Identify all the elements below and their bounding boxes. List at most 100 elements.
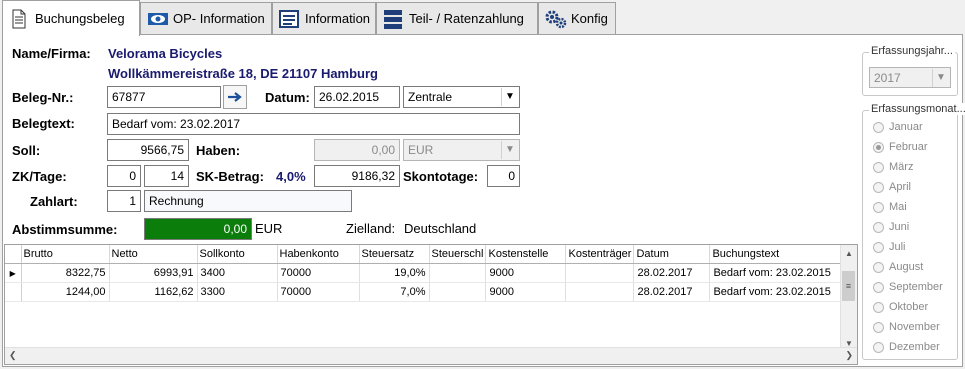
vertical-scrollbar[interactable]: ▲ ≡ ▼: [840, 245, 857, 350]
abstimm-currency: EUR: [255, 221, 283, 236]
month-label: September: [889, 281, 943, 293]
column-header[interactable]: Habenkonto: [277, 245, 360, 264]
horizontal-scrollbar[interactable]: ❮ ❯: [5, 347, 857, 364]
row-selector[interactable]: [5, 282, 22, 302]
column-header[interactable]: Sollkonto: [197, 245, 278, 264]
cell-habenkonto[interactable]: 70000: [277, 263, 360, 283]
radio-circle-icon: [873, 161, 884, 173]
column-header[interactable]: Netto: [109, 245, 198, 264]
datum-input[interactable]: 26.02.2015: [314, 86, 400, 108]
table-row[interactable]: 1244,00 1162,62 3300 70000 7,0% 9000 28.…: [5, 282, 849, 302]
cell-sollkonto[interactable]: 3300: [197, 282, 278, 302]
cell-brutto[interactable]: 1244,00: [21, 282, 110, 302]
haben-label: Haben:: [196, 143, 241, 158]
booking-table: Brutto Netto Sollkonto Habenkonto Steuer…: [5, 245, 849, 302]
month-radio-11: November: [873, 321, 940, 333]
column-header[interactable]: Kostenträger: [565, 245, 635, 264]
skontotage-input[interactable]: 0: [487, 165, 520, 187]
location-select[interactable]: Zentrale ▼: [403, 86, 520, 108]
zahlart-text: Rechnung: [144, 190, 352, 212]
scroll-thumb[interactable]: ≡: [842, 271, 855, 301]
column-header[interactable]: Steuerschl: [429, 245, 487, 264]
table-header-row: Brutto Netto Sollkonto Habenkonto Steuer…: [5, 245, 849, 264]
cell-steuerschl[interactable]: [429, 263, 487, 283]
month-radio-2: Februar: [873, 141, 928, 153]
chevron-down-icon: ▼: [501, 141, 518, 159]
tab-label: Konfig: [571, 11, 608, 26]
zk-input[interactable]: 0: [107, 165, 141, 187]
month-radio-5: Mai: [873, 201, 907, 213]
tab-information[interactable]: Information: [272, 2, 376, 34]
tage-input[interactable]: 14: [144, 165, 189, 187]
location-value: Zentrale: [408, 90, 453, 104]
tab-teil-ratenzahlung[interactable]: Teil- / Ratenzahlung: [376, 2, 538, 34]
cell-buchungstext[interactable]: Bedarf vom: 23.02.2015: [709, 282, 849, 302]
month-label: Januar: [889, 121, 923, 133]
cell-kostentraeger[interactable]: [565, 263, 635, 283]
belegtext-input[interactable]: Bedarf vom: 23.02.2017: [107, 113, 520, 135]
arrow-right-icon: [228, 92, 242, 102]
cell-netto[interactable]: 6993,91: [109, 263, 198, 283]
column-header[interactable]: Kostenstelle: [485, 245, 567, 264]
month-group-title: Erfassungsmonat...: [869, 103, 965, 115]
gears-icon: [545, 9, 567, 29]
eye-icon: [147, 9, 168, 29]
cell-kostentraeger[interactable]: [565, 282, 635, 302]
zahlart-label: Zahlart:: [30, 194, 78, 209]
cell-sollkonto[interactable]: 3400: [197, 263, 278, 283]
radio-circle-icon: [873, 341, 884, 353]
year-select: 2017 ▼: [869, 67, 951, 88]
chevron-down-icon: ▼: [932, 69, 949, 87]
cell-datum[interactable]: 28.02.2017: [633, 282, 711, 302]
beleg-label: Beleg-Nr.:: [12, 90, 74, 105]
year-group: Erfassungsjahr... 2017 ▼: [862, 45, 958, 96]
month-radio-7: Juli: [873, 241, 906, 253]
scroll-up-icon[interactable]: ▲: [845, 249, 853, 258]
tab-buchungsbeleg[interactable]: Buchungsbeleg: [2, 0, 140, 36]
soll-label: Soll:: [12, 143, 41, 158]
cell-buchungstext[interactable]: Bedarf vom: 23.02.2015: [709, 263, 849, 283]
cell-steuersatz[interactable]: 7,0%: [359, 282, 430, 302]
booking-grid[interactable]: Brutto Netto Sollkonto Habenkonto Steuer…: [4, 244, 858, 365]
tab-label: Teil- / Ratenzahlung: [409, 11, 524, 26]
scroll-right-icon[interactable]: ❯: [845, 350, 853, 361]
sk-label: SK-Betrag:: [196, 169, 264, 184]
tab-label: Buchungsbeleg: [35, 11, 125, 26]
document-icon: [9, 9, 29, 29]
tab-label: OP- Information: [173, 11, 265, 26]
column-header[interactable]: Steuersatz: [359, 245, 430, 264]
sk-input[interactable]: 9186,32: [314, 165, 400, 187]
zahlart-code-input[interactable]: 1: [107, 190, 141, 212]
column-header[interactable]: Brutto: [21, 245, 110, 264]
company-name: Velorama Bicycles: [108, 46, 223, 61]
radio-circle-icon: [873, 301, 884, 313]
month-label: März: [889, 161, 914, 173]
radio-circle-icon: [873, 281, 884, 293]
go-button[interactable]: [223, 85, 247, 109]
tab-konfig[interactable]: Konfig: [538, 2, 616, 34]
month-label: November: [889, 321, 940, 333]
month-label: April: [889, 181, 912, 193]
radio-circle-icon: [873, 181, 884, 193]
cell-kostenstelle[interactable]: 9000: [485, 263, 567, 283]
cell-datum[interactable]: 28.02.2017: [633, 263, 711, 283]
soll-input[interactable]: 9566,75: [107, 139, 189, 161]
sk-percent: 4,0%: [276, 169, 306, 184]
list-window-icon: [279, 9, 299, 29]
cell-steuersatz[interactable]: 19,0%: [359, 263, 430, 283]
column-header[interactable]: Datum: [633, 245, 711, 264]
cell-habenkonto[interactable]: 70000: [277, 282, 360, 302]
month-label: Dezember: [889, 341, 940, 353]
cell-netto[interactable]: 1162,62: [109, 282, 198, 302]
column-header[interactable]: Buchungstext: [709, 245, 849, 264]
month-radio-10: Oktober: [873, 301, 928, 313]
beleg-input[interactable]: 67877: [107, 86, 221, 108]
scroll-left-icon[interactable]: ❮: [9, 350, 17, 361]
cell-kostenstelle[interactable]: 9000: [485, 282, 567, 302]
tab-op-information[interactable]: OP- Information: [140, 2, 272, 34]
cell-brutto[interactable]: 8322,75: [21, 263, 110, 283]
cell-steuerschl[interactable]: [429, 282, 487, 302]
table-row[interactable]: ▶ 8322,75 6993,91 3400 70000 19,0% 9000 …: [5, 263, 849, 283]
month-radio-3: März: [873, 161, 913, 173]
month-radio-1: Januar: [873, 121, 923, 133]
